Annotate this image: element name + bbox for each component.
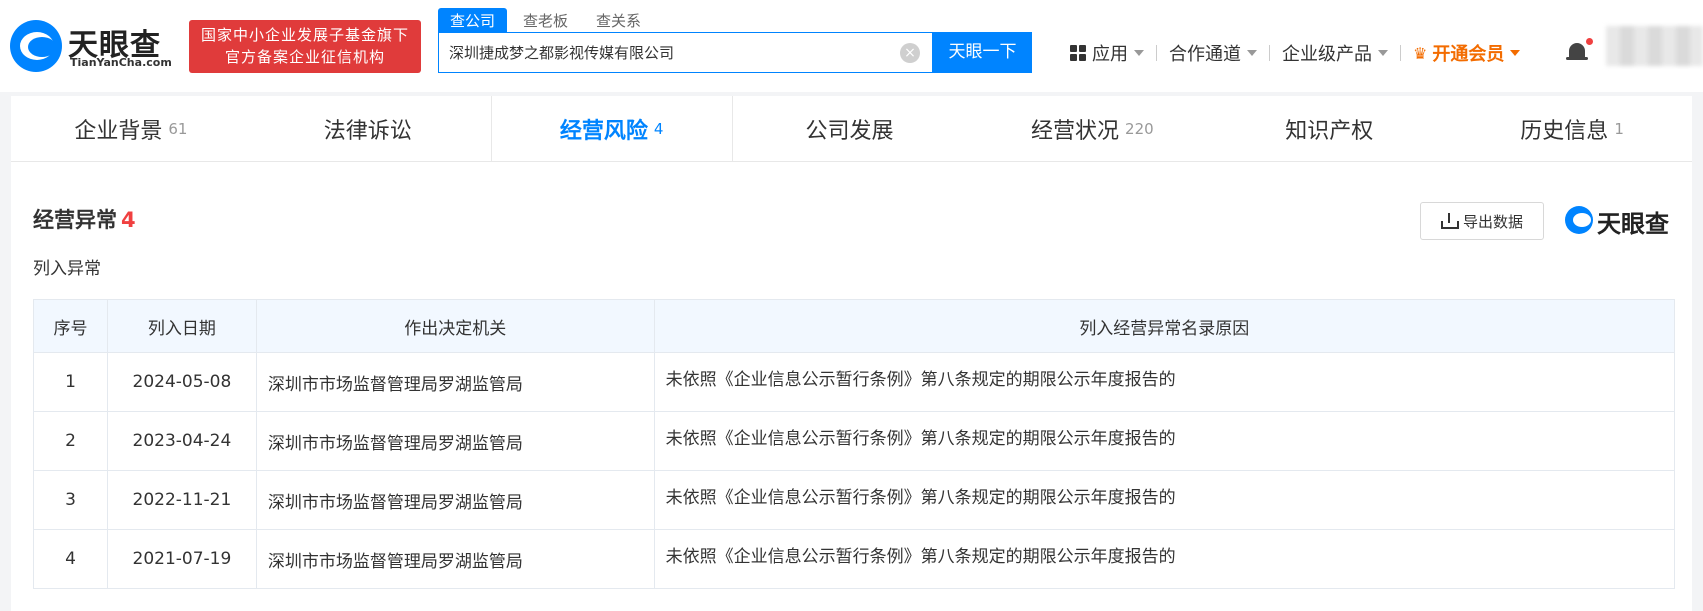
download-icon [1440,213,1459,229]
search-type-tabs: 查公司 查老板 查关系 [438,8,657,32]
nav-enterprise-label: 企业级产品 [1282,44,1372,65]
col-header-authority: 作出决定机关 [255,299,655,353]
cell-reason: 未依照《企业信息公示暂行条例》第八条规定的期限公示年度报告的 [653,411,1676,471]
table-row: 1 2024-05-08 深圳市市场监督管理局罗湖监管局 未依照《企业信息公示暂… [33,352,1676,412]
nav-partner[interactable]: 合作通道 [1169,40,1257,66]
abnormal-operation-table: 序号 列入日期 作出决定机关 列入经营异常名录原因 1 2024-05-08 深… [33,299,1676,589]
cell-date: 2024-05-08 [106,352,257,412]
brand-text: 天眼查 [1597,210,1669,238]
section-subtitle: 列入异常 [33,259,101,279]
nav-divider [1156,45,1157,61]
table-row: 4 2021-07-19 深圳市市场监督管理局罗湖监管局 未依照《企业信息公示暂… [33,529,1676,589]
logo-eye-icon [10,20,62,72]
tab-history[interactable]: 历史信息 1 [1452,96,1692,161]
nav-apps-label: 应用 [1092,44,1128,65]
main-content: 经营异常 4 列入异常 导出数据 天眼查 序号 列入日期 作出决定机关 列入经营异… [11,162,1692,611]
notification-dot [1586,38,1593,45]
tab-count: 61 [168,119,188,138]
nav-enterprise[interactable]: 企业级产品 [1282,40,1388,66]
tab-risk[interactable]: 经营风险 4 [490,96,733,161]
bell-icon[interactable] [1566,38,1593,64]
slogan-badge: 国家中小企业发展子基金旗下 官方备案企业征信机构 [189,20,421,73]
slogan-line-2: 官方备案企业征信机构 [224,48,385,66]
crown-icon: ♛ [1413,43,1428,63]
cell-no: 4 [33,529,108,589]
cell-date: 2023-04-24 [106,411,257,471]
tab-legal[interactable]: 法律诉讼 [251,96,491,161]
tab-background[interactable]: 企业背景 61 [11,96,251,161]
logo-domain: TianYanCha.com [70,56,172,69]
search-box: × [438,32,933,73]
nav-vip-label: 开通会员 [1432,44,1505,65]
search-input[interactable] [449,43,889,61]
nav-apps[interactable]: 应用 [1070,40,1144,66]
nav-vip[interactable]: ♛ 开通会员 [1413,40,1521,66]
tab-count: 220 [1125,119,1154,138]
search-button[interactable]: 天眼一下 [933,32,1032,73]
cell-date: 2022-11-21 [106,470,257,530]
cell-reason: 未依照《企业信息公示暂行条例》第八条规定的期限公示年度报告的 [653,529,1676,589]
chevron-down-icon [1510,50,1521,56]
table-row: 2 2023-04-24 深圳市市场监督管理局罗湖监管局 未依照《企业信息公示暂… [33,411,1676,471]
cell-no: 2 [33,411,108,471]
tab-ip[interactable]: 知识产权 [1212,96,1452,161]
search-tab-boss[interactable]: 查老板 [511,8,580,32]
top-nav: 应用 合作通道 企业级产品 ♛ 开通会员 [1070,38,1521,68]
cell-authority: 深圳市市场监督管理局罗湖监管局 [255,411,655,471]
top-header: 天眼查 TianYanCha.com 国家中小企业发展子基金旗下 官方备案企业征… [0,0,1703,92]
chevron-down-icon [1247,50,1257,56]
cell-authority: 深圳市市场监督管理局罗湖监管局 [255,352,655,412]
tab-count: 4 [653,119,664,138]
tab-development[interactable]: 公司发展 [733,96,973,161]
site-logo[interactable]: 天眼查 TianYanCha.com [10,18,180,72]
clear-search-icon[interactable]: × [900,43,920,63]
table-header-row: 序号 列入日期 作出决定机关 列入经营异常名录原因 [33,299,1676,353]
nav-divider [1269,45,1270,61]
tab-operations[interactable]: 经营状况 220 [972,96,1212,161]
cell-authority: 深圳市市场监督管理局罗湖监管局 [255,470,655,530]
apps-grid-icon [1070,45,1086,61]
export-data-button[interactable]: 导出数据 [1420,202,1544,240]
export-label: 导出数据 [1462,212,1523,231]
logo-eye-icon [1565,206,1593,234]
tab-count: 1 [1614,119,1624,138]
chevron-down-icon [1134,50,1144,56]
brand-watermark: 天眼查 [1565,204,1685,238]
cell-authority: 深圳市市场监督管理局罗湖监管局 [255,529,655,589]
search-tab-relation[interactable]: 查关系 [584,8,653,32]
section-count: 4 [121,208,136,232]
company-tabs: 企业背景 61 法律诉讼 经营风险 4 公司发展 经营状况 220 知识产权 历史信息… [11,96,1692,162]
col-header-reason: 列入经营异常名录原因 [653,299,1676,353]
nav-divider [1400,45,1401,61]
table-row: 3 2022-11-21 深圳市市场监督管理局罗湖监管局 未依照《企业信息公示暂… [33,470,1676,530]
avatar[interactable] [1606,26,1703,66]
cell-date: 2021-07-19 [106,529,257,589]
col-header-date: 列入日期 [106,299,257,353]
cell-reason: 未依照《企业信息公示暂行条例》第八条规定的期限公示年度报告的 [653,352,1676,412]
nav-partner-label: 合作通道 [1169,44,1241,65]
chevron-down-icon [1378,50,1388,56]
search-tab-company[interactable]: 查公司 [438,8,508,32]
col-header-no: 序号 [33,299,108,353]
slogan-line-1: 国家中小企业发展子基金旗下 [200,26,409,44]
cell-reason: 未依照《企业信息公示暂行条例》第八条规定的期限公示年度报告的 [653,470,1676,530]
section-title: 经营异常 4 [33,208,136,232]
cell-no: 3 [33,470,108,530]
cell-no: 1 [33,352,108,412]
